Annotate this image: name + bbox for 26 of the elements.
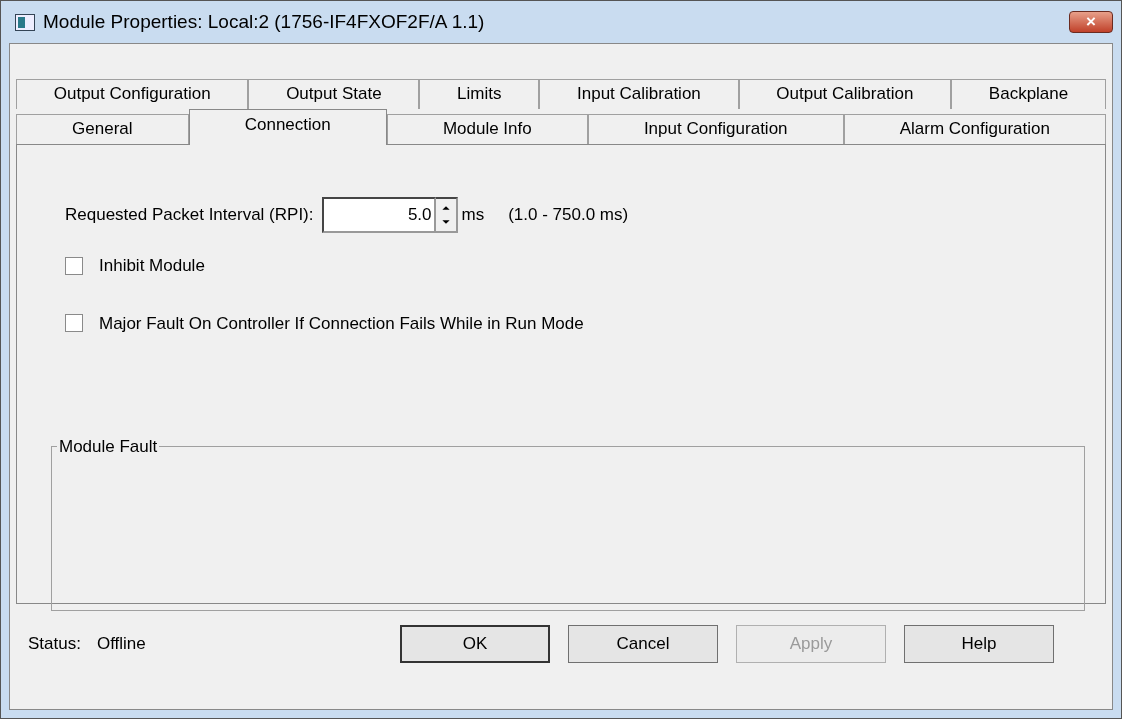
dialog-button[interactable]: OK (400, 625, 550, 663)
range-label: (1.0 - 750.0 ms) (508, 204, 629, 227)
tab[interactable]: Output State (248, 79, 420, 109)
checkbox-label: Inhibit Module (99, 255, 205, 277)
dialog-button[interactable]: Cancel (568, 625, 718, 663)
field-label: Requested Packet Interval (RPI): (65, 204, 314, 227)
checkbox[interactable] (65, 314, 83, 333)
status-label: Status: (28, 633, 81, 656)
tab[interactable]: Module Info (386, 114, 588, 144)
tab[interactable]: Input Calibration (539, 79, 739, 109)
tab[interactable]: Alarm Configuration (843, 114, 1107, 144)
checkbox-label: Major Fault On Controller If Connection Fails While in Run Mode (99, 312, 584, 335)
tab[interactable]: Input Configuration (587, 114, 844, 144)
tab[interactable]: Output Configuration (16, 79, 249, 109)
unit-label: ms (461, 204, 485, 227)
tab[interactable]: Output Calibration (738, 79, 952, 109)
dialog-button[interactable]: Help (904, 625, 1054, 663)
tab[interactable]: Limits (419, 79, 540, 109)
status-value: Offline (96, 633, 146, 656)
window-title: Module Properties: Local:2 (1756-IF4FXOF2F/A 1.1) (43, 9, 485, 34)
checkbox[interactable] (65, 256, 83, 275)
tab[interactable]: Connection (188, 109, 387, 145)
app-icon (15, 13, 35, 31)
rpi-field[interactable]: 5.0 (321, 197, 436, 233)
tab[interactable]: General (16, 114, 189, 144)
tab[interactable]: Backplane (951, 79, 1106, 109)
